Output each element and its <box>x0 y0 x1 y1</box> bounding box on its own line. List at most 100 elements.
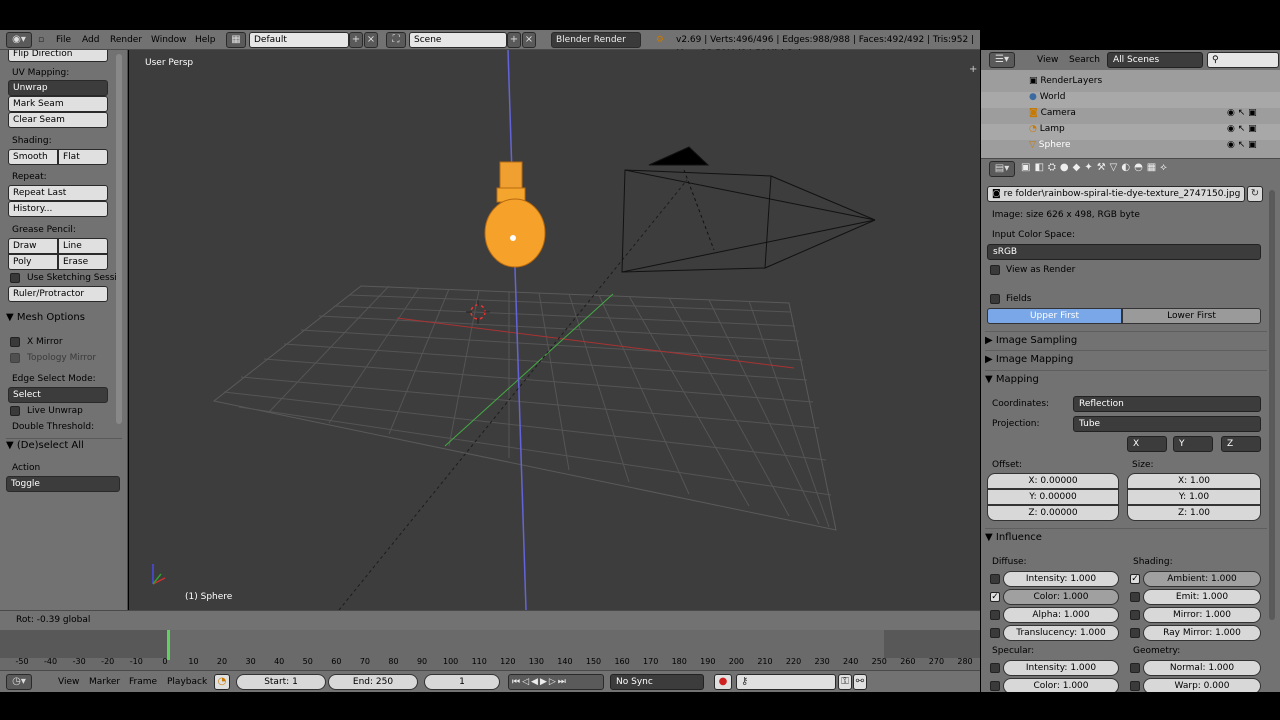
size-x-field[interactable]: X: 1.00 <box>1127 473 1261 489</box>
topology-mirror-checkbox[interactable] <box>10 353 20 363</box>
editor-type-icon[interactable]: ◉▾ <box>6 32 32 48</box>
x-mirror-checkbox[interactable] <box>10 337 20 347</box>
ambient-checkbox[interactable]: ✓ <box>1130 574 1140 584</box>
menu-window[interactable]: Window <box>151 33 187 47</box>
toolshelf-scrollbar[interactable] <box>116 54 122 424</box>
map-y-select[interactable]: Y <box>1173 436 1213 452</box>
size-y-field[interactable]: Y: 1.00 <box>1127 489 1261 505</box>
record-icon[interactable]: ● <box>714 674 732 690</box>
use-sketching-checkbox[interactable] <box>10 273 20 283</box>
translucency-field[interactable]: Translucency: 1.000 <box>1003 625 1119 641</box>
properties-panel[interactable]: ◙ re folder\rainbow-spiral-tie-dye-textu… <box>981 180 1280 692</box>
diffuse-intensity-checkbox[interactable] <box>990 574 1000 584</box>
translucency-checkbox[interactable] <box>990 628 1000 638</box>
ray-mirror-checkbox[interactable] <box>1130 628 1140 638</box>
properties-editor-icon[interactable]: ▤▾ <box>989 161 1015 177</box>
specular-color-checkbox[interactable] <box>990 681 1000 691</box>
flip-direction-button[interactable]: Flip Direction <box>8 50 108 62</box>
emit-field[interactable]: Emit: 1.000 <box>1143 589 1261 605</box>
specular-intensity-field[interactable]: Intensity: 1.000 <box>1003 660 1119 676</box>
mesh-options-header[interactable]: ▼ Mesh Options <box>6 312 85 323</box>
add-layout-icon[interactable]: + <box>349 32 363 48</box>
diffuse-intensity-field[interactable]: Intensity: 1.000 <box>1003 571 1119 587</box>
outliner-row-camera[interactable]: ◙ Camera ◉ ↖ ▣ <box>981 108 1280 124</box>
render-engine-select[interactable]: Blender Render <box>551 32 641 48</box>
insert-keyframe-icon[interactable]: ⚿ <box>838 674 852 690</box>
outliner-row-renderlayers[interactable]: ▣ RenderLayers <box>981 76 1280 92</box>
history-button[interactable]: History... <box>8 201 108 217</box>
reload-icon[interactable]: ↻ <box>1247 186 1263 202</box>
image-sampling-header[interactable]: ▶ Image Sampling <box>985 331 1267 349</box>
map-z-select[interactable]: Z <box>1221 436 1261 452</box>
mirror-field[interactable]: Mirror: 1.000 <box>1143 607 1261 623</box>
current-frame-marker[interactable] <box>167 630 170 660</box>
diffuse-color-field[interactable]: Color: 1.000 <box>1003 589 1119 605</box>
flat-button[interactable]: Flat <box>58 149 108 165</box>
outliner-row-sphere[interactable]: ▽ Sphere ◉ ↖ ▣ <box>981 140 1280 156</box>
outliner-row-world[interactable]: ● World <box>981 92 1280 108</box>
timeline-menu-frame[interactable]: Frame <box>129 675 157 689</box>
unwrap-button[interactable]: Unwrap <box>8 80 108 96</box>
ray-mirror-field[interactable]: Ray Mirror: 1.000 <box>1143 625 1261 641</box>
visibility-eye-icon[interactable]: ◉ ↖ ▣ <box>1227 140 1257 150</box>
preview-range-icon[interactable]: ◔ <box>214 674 230 690</box>
ambient-field[interactable]: Ambient: 1.000 <box>1143 571 1261 587</box>
viewport-canvas[interactable] <box>129 50 980 610</box>
remove-layout-icon[interactable]: × <box>364 32 378 48</box>
outliner-filter-select[interactable]: All Scenes <box>1107 52 1203 68</box>
edge-select-mode-select[interactable]: Select <box>8 387 108 403</box>
timeline-menu-playback[interactable]: Playback <box>167 675 207 689</box>
normal-field[interactable]: Normal: 1.000 <box>1143 660 1261 676</box>
image-path-field[interactable]: ◙ re folder\rainbow-spiral-tie-dye-textu… <box>987 186 1245 202</box>
gp-poly-button[interactable]: Poly <box>8 254 58 270</box>
diffuse-color-checkbox[interactable]: ✓ <box>990 592 1000 602</box>
view-as-render-checkbox[interactable] <box>990 265 1000 275</box>
gp-erase-button[interactable]: Erase <box>58 254 108 270</box>
action-select[interactable]: Toggle <box>6 476 120 492</box>
properties-context-tabs[interactable]: ▣◧⛭●◆✦⚒▽◐◓▦⟡ <box>1021 162 1211 178</box>
start-frame-field[interactable]: Start: 1 <box>236 674 326 690</box>
map-x-select[interactable]: X <box>1127 436 1167 452</box>
timeline-menu-view[interactable]: View <box>58 675 79 689</box>
mapping-header[interactable]: ▼ Mapping <box>985 370 1267 388</box>
viewport-add-icon[interactable]: + <box>969 64 977 75</box>
outliner-menu-view[interactable]: View <box>1037 53 1058 67</box>
playback-controls[interactable]: ⏮◁◀▶▷⏭ <box>508 674 604 690</box>
delete-keyframe-icon[interactable]: ⚯ <box>853 674 867 690</box>
outliner-editor-icon[interactable]: ☰▾ <box>989 52 1015 68</box>
mark-seam-button[interactable]: Mark Seam <box>8 96 108 112</box>
visibility-eye-icon[interactable]: ◉ ↖ ▣ <box>1227 108 1257 118</box>
clear-seam-button[interactable]: Clear Seam <box>8 112 108 128</box>
sync-select[interactable]: No Sync <box>610 674 704 690</box>
size-z-field[interactable]: Z: 1.00 <box>1127 505 1261 521</box>
diffuse-alpha-field[interactable]: Alpha: 1.000 <box>1003 607 1119 623</box>
diffuse-alpha-checkbox[interactable] <box>990 610 1000 620</box>
offset-z-field[interactable]: Z: 0.00000 <box>987 505 1119 521</box>
timeline-menu-marker[interactable]: Marker <box>89 675 120 689</box>
live-unwrap-checkbox[interactable] <box>10 406 20 416</box>
properties-scrollbar[interactable] <box>1269 190 1275 620</box>
menu-help[interactable]: Help <box>195 33 216 47</box>
outliner-menu-search[interactable]: Search <box>1069 53 1100 67</box>
repeat-last-button[interactable]: Repeat Last <box>8 185 108 201</box>
menu-add[interactable]: Add <box>82 33 99 47</box>
coordinates-select[interactable]: Reflection <box>1073 396 1261 412</box>
menu-file[interactable]: File <box>56 33 71 47</box>
menu-render[interactable]: Render <box>110 33 142 47</box>
add-scene-icon[interactable]: + <box>507 32 521 48</box>
ruler-button[interactable]: Ruler/Protractor <box>8 286 108 302</box>
specular-color-field[interactable]: Color: 1.000 <box>1003 678 1119 692</box>
scene-icon[interactable]: ⛶ <box>386 32 406 48</box>
influence-header[interactable]: ▼ Influence <box>985 528 1267 546</box>
3d-viewport[interactable]: User Persp (1) Sphere + <box>129 50 980 610</box>
sphere-object[interactable] <box>484 161 546 268</box>
remove-scene-icon[interactable]: × <box>522 32 536 48</box>
smooth-button[interactable]: Smooth <box>8 149 58 165</box>
outliner-row-lamp[interactable]: ◔ Lamp ◉ ↖ ▣ <box>981 124 1280 140</box>
mirror-checkbox[interactable] <box>1130 610 1140 620</box>
deselect-all-header[interactable]: ▼ (De)select All <box>6 438 122 451</box>
gp-line-button[interactable]: Line <box>58 238 108 254</box>
upper-first-button[interactable]: Upper First <box>987 308 1122 324</box>
visibility-eye-icon[interactable]: ◉ ↖ ▣ <box>1227 124 1257 134</box>
scene-field[interactable]: Scene <box>409 32 507 48</box>
